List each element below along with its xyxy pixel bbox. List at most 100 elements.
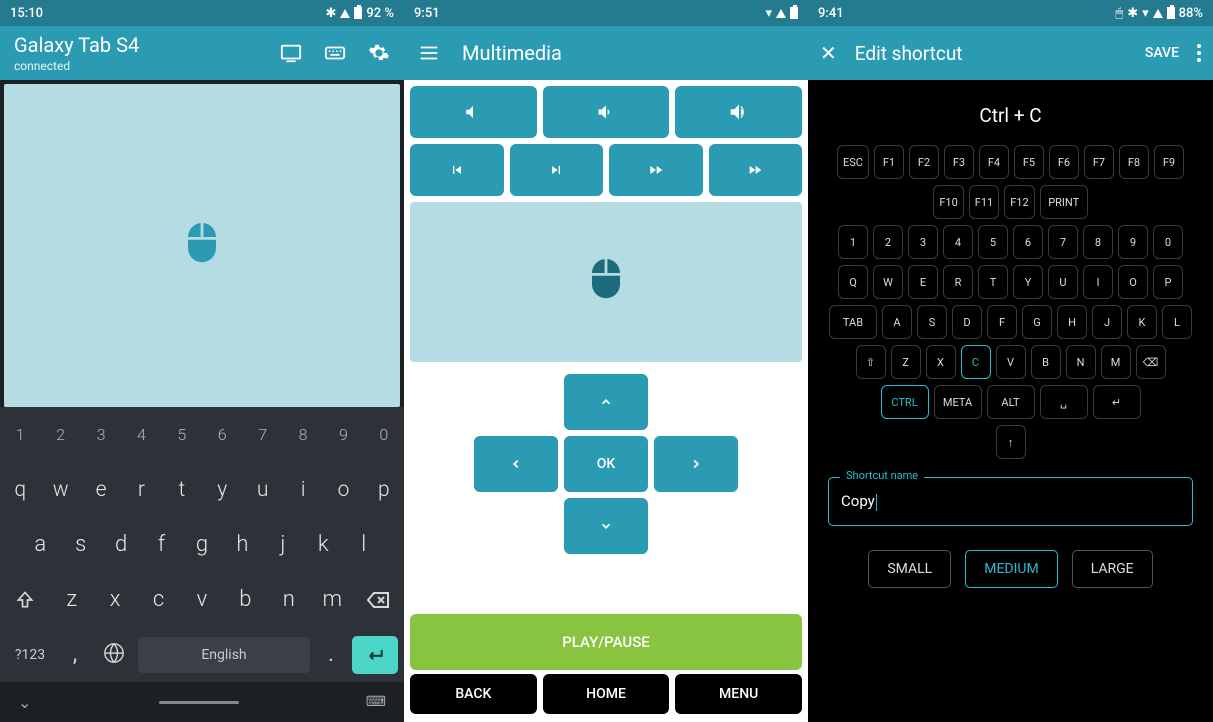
vkey-x[interactable]: X	[926, 345, 956, 379]
kb-key[interactable]: s	[60, 532, 100, 557]
prev-track-button[interactable]	[410, 144, 504, 196]
volume-down-button[interactable]	[543, 86, 670, 138]
size-small-button[interactable]: SMALL	[868, 550, 951, 588]
symbols-key[interactable]: ?123	[6, 647, 54, 663]
vkey-f4[interactable]: F4	[979, 145, 1009, 179]
volume-mute-button[interactable]	[410, 86, 537, 138]
vkey-ctrl[interactable]: CTRL	[881, 385, 929, 419]
gear-icon[interactable]	[368, 42, 390, 64]
comma-key[interactable]: ,	[60, 642, 90, 667]
vkey-f3[interactable]: F3	[944, 145, 974, 179]
vkey-u[interactable]: U	[1048, 265, 1078, 299]
kb-key[interactable]: p	[364, 478, 404, 502]
vkey-↵[interactable]: ↵	[1093, 385, 1141, 419]
kb-key[interactable]: 1	[0, 425, 40, 444]
kb-key[interactable]: q	[0, 478, 40, 502]
vkey-g[interactable]: G	[1022, 305, 1052, 339]
close-icon[interactable]: ✕	[820, 41, 837, 65]
backspace-key[interactable]	[354, 591, 404, 609]
kb-key[interactable]: r	[121, 478, 161, 502]
keyboard-switch-icon[interactable]: ⌨	[366, 694, 386, 710]
vkey-f10[interactable]: F10	[933, 185, 963, 219]
kb-key[interactable]: 0	[364, 425, 404, 444]
vkey-0[interactable]: 0	[1153, 225, 1183, 259]
vkey-f8[interactable]: F8	[1119, 145, 1149, 179]
size-medium-button[interactable]: MEDIUM	[965, 550, 1057, 588]
vkey-meta[interactable]: META	[934, 385, 982, 419]
dpad-left-button[interactable]	[474, 436, 558, 492]
vkey-w[interactable]: W	[873, 265, 903, 299]
vkey-q[interactable]: Q	[838, 265, 868, 299]
vkey-arrow-up[interactable]: ↑	[996, 425, 1026, 459]
enter-key[interactable]	[352, 636, 398, 674]
cast-icon[interactable]	[280, 42, 302, 64]
vkey-6[interactable]: 6	[1013, 225, 1043, 259]
vkey-f7[interactable]: F7	[1084, 145, 1114, 179]
kb-key[interactable]: n	[267, 587, 310, 612]
nav-handle[interactable]	[159, 701, 239, 704]
vkey-j[interactable]: J	[1092, 305, 1122, 339]
vkey-i[interactable]: I	[1083, 265, 1113, 299]
vkey-3[interactable]: 3	[908, 225, 938, 259]
language-key[interactable]: English	[138, 637, 310, 673]
kb-key[interactable]: 2	[40, 425, 80, 444]
collapse-icon[interactable]: ⌄	[18, 693, 31, 712]
kb-key[interactable]: 8	[283, 425, 323, 444]
kb-key[interactable]: d	[101, 532, 141, 557]
kb-key[interactable]: v	[180, 587, 223, 612]
kb-key[interactable]: w	[40, 478, 80, 502]
volume-up-button[interactable]	[675, 86, 802, 138]
touchpad-area[interactable]	[4, 84, 400, 407]
vkey-s[interactable]: S	[917, 305, 947, 339]
globe-icon[interactable]	[96, 642, 132, 668]
kb-key[interactable]: a	[20, 532, 60, 557]
kb-key[interactable]: 3	[81, 425, 121, 444]
kb-key[interactable]: y	[202, 478, 242, 502]
kb-key[interactable]: h	[222, 532, 262, 557]
vkey-tab[interactable]: TAB	[829, 305, 877, 339]
vkey-f9[interactable]: F9	[1154, 145, 1184, 179]
vkey-e[interactable]: E	[908, 265, 938, 299]
menu-button[interactable]: MENU	[675, 674, 802, 714]
kb-key[interactable]: i	[283, 478, 323, 502]
vkey-f[interactable]: F	[987, 305, 1017, 339]
vkey-z[interactable]: Z	[891, 345, 921, 379]
kb-key[interactable]: 7	[242, 425, 282, 444]
play-pause-button[interactable]: PLAY/PAUSE	[410, 614, 802, 670]
vkey-5[interactable]: 5	[978, 225, 1008, 259]
vkey-d[interactable]: D	[952, 305, 982, 339]
keyboard-icon[interactable]	[324, 42, 346, 64]
vkey-8[interactable]: 8	[1083, 225, 1113, 259]
vkey-t[interactable]: T	[978, 265, 1008, 299]
dpad-down-button[interactable]	[564, 498, 648, 554]
vkey-9[interactable]: 9	[1118, 225, 1148, 259]
vkey-c[interactable]: C	[961, 345, 991, 379]
vkey-esc[interactable]: ESC	[837, 145, 869, 179]
vkey-k[interactable]: K	[1127, 305, 1157, 339]
vkey-f11[interactable]: F11	[969, 185, 999, 219]
save-button[interactable]: SAVE	[1145, 45, 1179, 61]
rewind-button[interactable]	[609, 144, 703, 196]
kb-key[interactable]: j	[263, 532, 303, 557]
kb-key[interactable]: x	[93, 587, 136, 612]
vkey-r[interactable]: R	[943, 265, 973, 299]
dpad-right-button[interactable]	[654, 436, 738, 492]
vkey-f2[interactable]: F2	[909, 145, 939, 179]
vkey-y[interactable]: Y	[1013, 265, 1043, 299]
kb-key[interactable]: 6	[202, 425, 242, 444]
kb-key[interactable]: k	[303, 532, 343, 557]
period-key[interactable]: .	[316, 642, 346, 667]
vkey-1[interactable]: 1	[838, 225, 868, 259]
home-button[interactable]: HOME	[543, 674, 670, 714]
kb-key[interactable]: u	[242, 478, 282, 502]
vkey-⌫[interactable]: ⌫	[1136, 345, 1166, 379]
kb-key[interactable]: c	[137, 587, 180, 612]
vkey-7[interactable]: 7	[1048, 225, 1078, 259]
dpad-ok-button[interactable]: OK	[564, 436, 648, 492]
kb-key[interactable]: g	[182, 532, 222, 557]
kb-key[interactable]: l	[344, 532, 384, 557]
kb-key[interactable]: t	[162, 478, 202, 502]
vkey-m[interactable]: M	[1101, 345, 1131, 379]
vkey-f6[interactable]: F6	[1049, 145, 1079, 179]
vkey-4[interactable]: 4	[943, 225, 973, 259]
